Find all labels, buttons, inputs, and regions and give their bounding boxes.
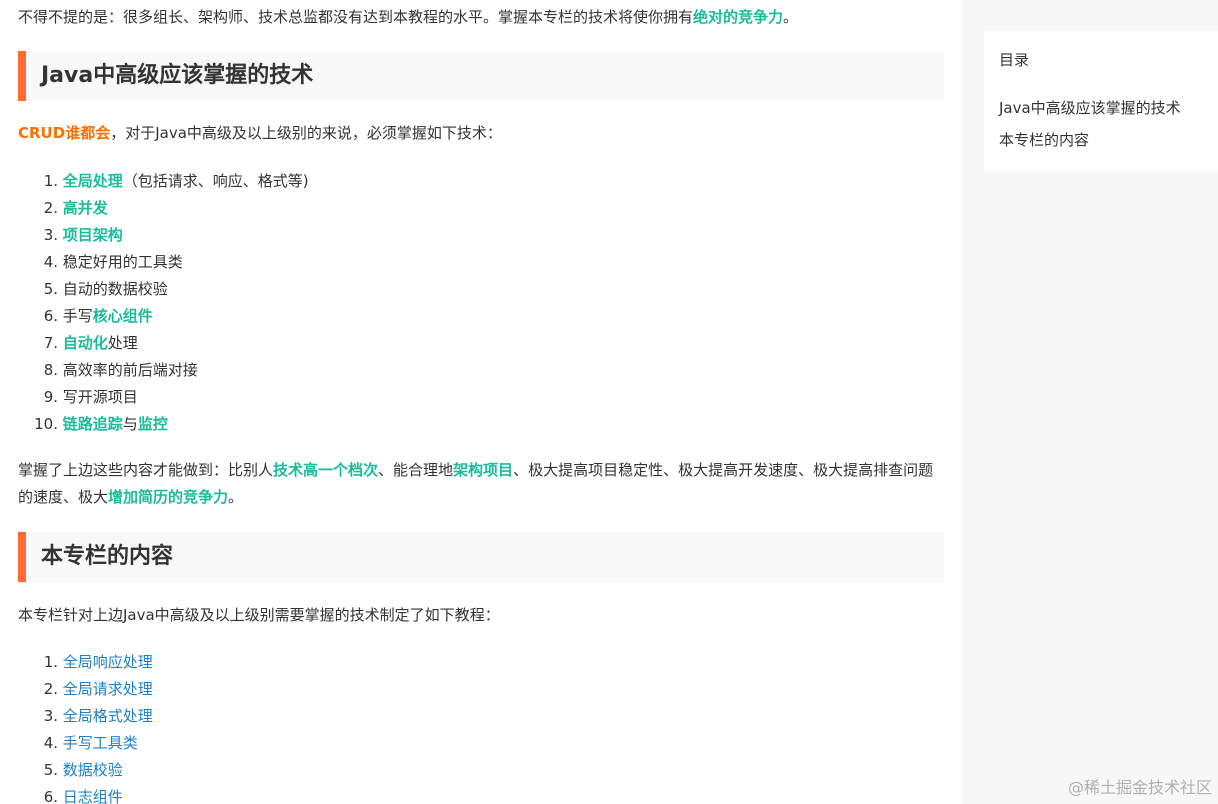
summary-paragraph: 掌握了上边这些内容才能做到：比别人技术高一个档次、能合理地架构项目、极大提高项目… [18,461,934,506]
list-item: 5. 自动的数据校验 [43,280,168,298]
intro-text: 不得不提的是：很多组长、架构师、技术总监都没有达到本教程的水平。掌握本专栏的技术… [18,8,694,26]
list-item: 1. 全局响应处理 [43,653,153,671]
toc-title: 目录 [999,51,1030,69]
list-item: 9. 写开源项目 [43,388,138,406]
list-item: 6. 日志组件 [43,788,123,804]
section-heading-column-content: 本专栏的内容 [18,532,944,582]
list-item: 7. 自动化处理 [43,334,138,352]
crud-paragraph: CRUD谁都会，对于Java中高级及以上级别的来说，必须掌握如下技术： [18,120,502,147]
list-item: 10. 链路追踪与监控 [34,415,168,433]
list-item: 2. 全局请求处理 [43,680,153,698]
column-intro-paragraph: 本专栏针对上边Java中高级及以上级别需要掌握的技术制定了如下教程： [18,606,500,624]
tutorial-link[interactable]: 全局响应处理 [63,653,153,671]
list-item: 4. 稳定好用的工具类 [43,253,183,271]
list-item: 4. 手写工具类 [43,734,138,752]
list-item: 3. 全局格式处理 [43,707,153,725]
article-panel: 不得不提的是：很多组长、架构师、技术总监都没有达到本教程的水平。掌握本专栏的技术… [0,0,962,804]
intro-highlight: 绝对的竞争力 [693,8,784,26]
list-item: 8. 高效率的前后端对接 [43,361,198,379]
list-item: 2. 高并发 [43,199,108,217]
crud-highlight: CRUD谁都会 [18,124,111,142]
list-item: 6. 手写核心组件 [43,307,153,325]
intro-end: 。 [783,8,799,26]
list-item: 5. 数据校验 [43,761,123,779]
toc-sidebar: 目录 Java中高级应该掌握的技术 本专栏的内容 [984,31,1218,171]
toc-item-column-content[interactable]: 本专栏的内容 [999,129,1089,151]
tutorial-link[interactable]: 日志组件 [63,788,123,804]
intro-paragraph: 不得不提的是：很多组长、架构师、技术总监都没有达到本教程的水平。掌握本专栏的技术… [18,4,798,31]
tutorial-link[interactable]: 全局格式处理 [63,707,153,725]
tutorial-link[interactable]: 全局请求处理 [63,680,153,698]
skills-list: 1. 全局处理（包括请求、响应、格式等) 2. 高并发 3. 项目架构 4. 稳… [18,168,309,438]
watermark: @稀土掘金技术社区 [1067,778,1212,797]
toc-item-java-skills[interactable]: Java中高级应该掌握的技术 [999,97,1181,119]
tutorial-list: 1. 全局响应处理 2. 全局请求处理 3. 全局格式处理 4. 手写工具类 5… [18,649,153,804]
tutorial-link[interactable]: 手写工具类 [63,734,138,752]
tutorial-link[interactable]: 数据校验 [63,761,123,779]
section-heading-java-skills: Java中高级应该掌握的技术 [18,51,944,101]
crud-text: ，对于Java中高级及以上级别的来说，必须掌握如下技术： [110,124,502,142]
list-item: 3. 项目架构 [43,226,123,244]
list-item: 1. 全局处理（包括请求、响应、格式等) [43,172,309,190]
